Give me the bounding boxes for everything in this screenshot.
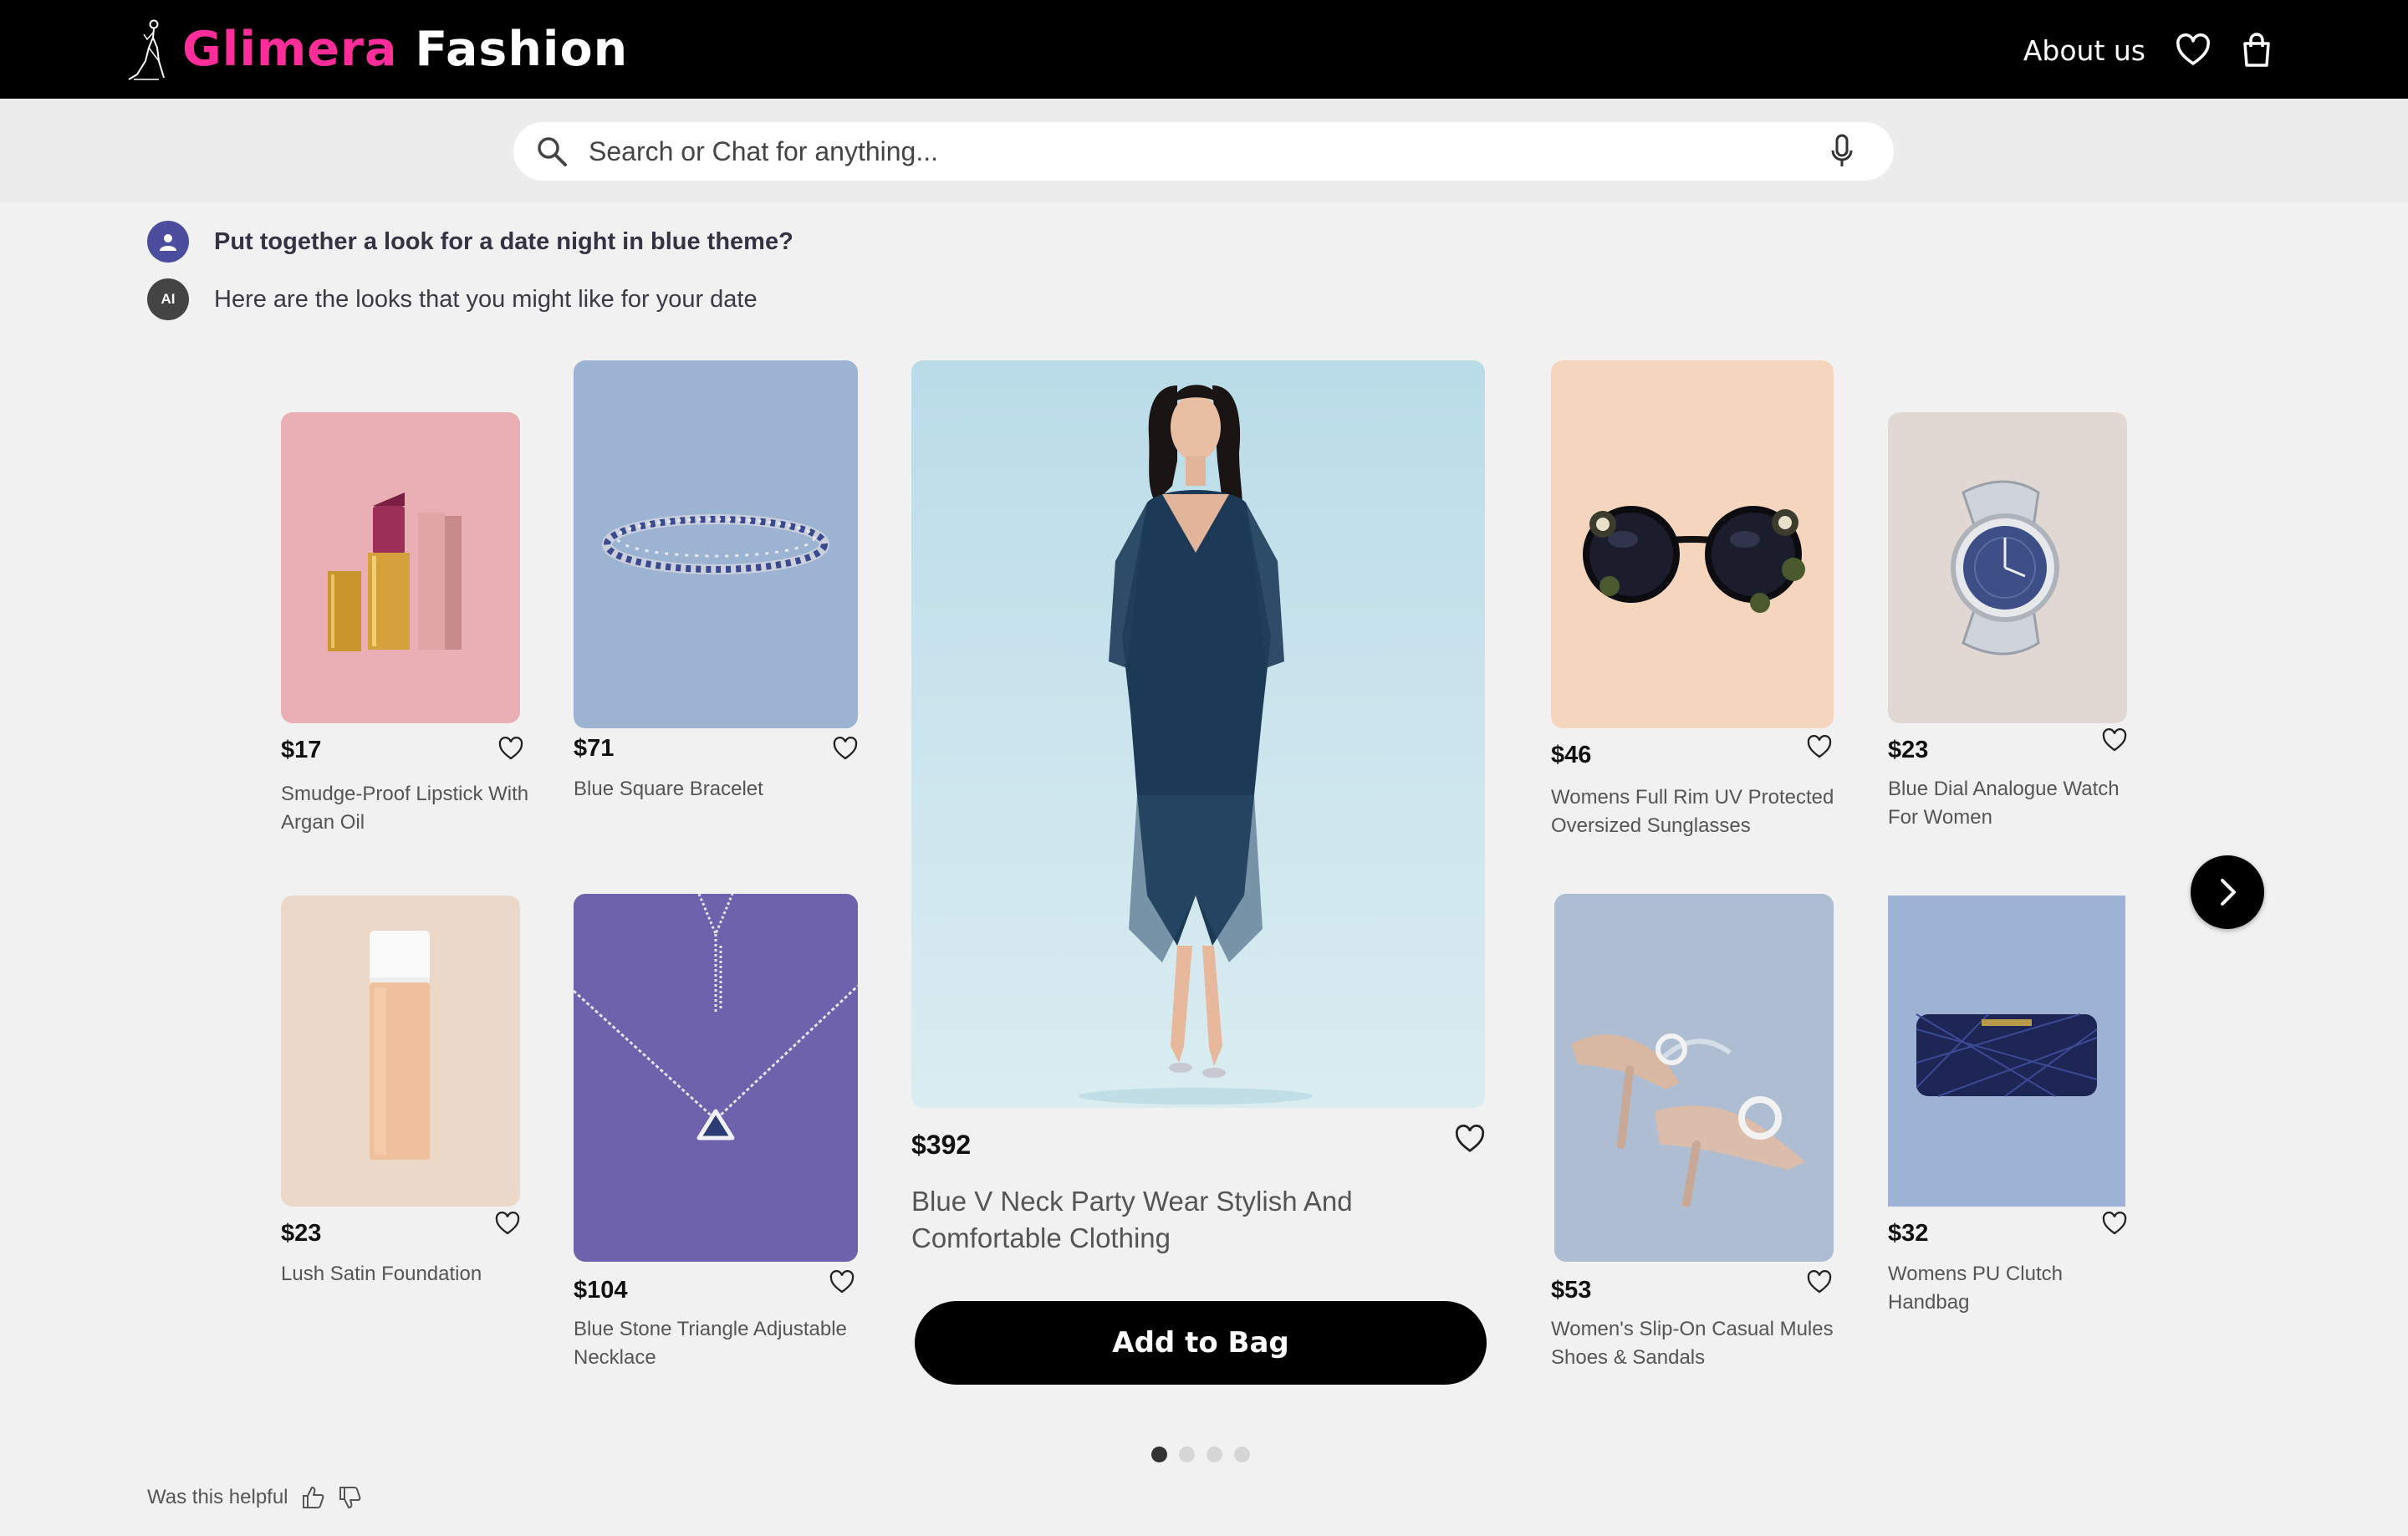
ai-answer: Here are the looks that you might like f… xyxy=(214,285,758,313)
product-card-watch[interactable]: $23 Blue Dial Analogue Watch For Women xyxy=(1888,412,2130,847)
search-icon[interactable] xyxy=(532,131,572,171)
clutch-image[interactable] xyxy=(1888,896,2125,1207)
foundation-image[interactable] xyxy=(281,896,520,1207)
product-price: $23 xyxy=(281,1220,322,1247)
product-name[interactable]: Womens Full Rim UV Protected Oversized S… xyxy=(1551,783,1835,840)
product-name[interactable]: Blue V Neck Party Wear Stylish And Comfo… xyxy=(911,1183,1413,1257)
heart-icon[interactable] xyxy=(2102,728,2127,753)
product-price: $46 xyxy=(1551,742,1592,768)
feedback-label: Was this helpful xyxy=(147,1486,288,1508)
microphone-icon[interactable] xyxy=(1824,131,1860,171)
product-price: $17 xyxy=(281,737,322,763)
brand-logo[interactable]: Glimera Fashion xyxy=(125,15,628,84)
product-name[interactable]: Blue Square Bracelet xyxy=(574,775,858,804)
product-name[interactable]: Lush Satin Foundation xyxy=(281,1260,532,1289)
pagination-dot-4[interactable] xyxy=(1234,1447,1250,1462)
brand-name: Glimera Fashion xyxy=(182,22,628,77)
shopping-bag-icon[interactable] xyxy=(2237,31,2276,69)
heart-icon[interactable] xyxy=(1455,1125,1485,1155)
heart-icon[interactable] xyxy=(829,1270,855,1295)
necklace-image[interactable] xyxy=(574,894,858,1262)
user-avatar-icon xyxy=(147,221,189,263)
header-nav: About us xyxy=(2023,23,2276,77)
feedback-row: Was this helpful xyxy=(147,1485,362,1510)
product-card-clutch[interactable]: $32 Womens PU Clutch Handbag xyxy=(1888,896,2130,1330)
search-bar xyxy=(513,122,1894,181)
product-price: $53 xyxy=(1551,1277,1592,1304)
brand-name-part2: Fashion xyxy=(415,22,629,77)
add-to-bag-button[interactable]: Add to Bag xyxy=(915,1301,1487,1385)
product-price: $392 xyxy=(911,1130,972,1160)
heart-icon[interactable] xyxy=(2174,31,2212,69)
product-name[interactable]: Blue Dial Analogue Watch For Women xyxy=(1888,775,2130,832)
carousel-pagination xyxy=(1151,1447,1250,1462)
product-name[interactable]: Blue Stone Triangle Adjustable Necklace xyxy=(574,1315,858,1372)
brand-name-part1: Glimera xyxy=(182,22,398,77)
ai-avatar: AI xyxy=(147,278,189,320)
product-card-necklace[interactable]: $104 Blue Stone Triangle Adjustable Neck… xyxy=(574,894,858,1379)
thumbs-up-icon[interactable] xyxy=(300,1485,325,1510)
carousel-next-button[interactable] xyxy=(2191,855,2264,929)
product-name[interactable]: Smudge-Proof Lipstick With Argan Oil xyxy=(281,780,532,837)
chevron-right-icon xyxy=(2221,879,2236,906)
pagination-dot-1[interactable] xyxy=(1151,1447,1167,1462)
product-card-foundation[interactable]: $23 Lush Satin Foundation xyxy=(281,896,532,1297)
top-header: Glimera Fashion About us xyxy=(0,0,2408,99)
dress-image[interactable] xyxy=(911,360,1485,1108)
heart-icon[interactable] xyxy=(833,737,858,762)
product-price: $32 xyxy=(1888,1220,1929,1247)
product-card-dress[interactable]: $392 Blue V Neck Party Wear Stylish And … xyxy=(911,360,1487,1305)
shoes-image[interactable] xyxy=(1554,894,1834,1262)
pagination-dot-2[interactable] xyxy=(1179,1447,1195,1462)
search-band xyxy=(0,99,2408,203)
heart-icon[interactable] xyxy=(1807,735,1832,760)
product-price: $23 xyxy=(1888,737,1929,763)
product-name[interactable]: Womens PU Clutch Handbag xyxy=(1888,1260,2130,1317)
watch-image[interactable] xyxy=(1888,412,2127,723)
product-name[interactable]: Women's Slip-On Casual Mules Shoes & San… xyxy=(1551,1315,1835,1372)
heart-icon[interactable] xyxy=(2102,1212,2127,1237)
user-message: Put together a look for a date night in … xyxy=(147,221,793,263)
heart-icon[interactable] xyxy=(498,737,523,762)
user-question: Put together a look for a date night in … xyxy=(214,227,793,255)
product-price: $71 xyxy=(574,735,615,762)
sunglasses-image[interactable] xyxy=(1551,360,1834,728)
bracelet-image[interactable] xyxy=(574,360,858,728)
woman-silhouette-logo-icon xyxy=(128,19,165,80)
search-input[interactable] xyxy=(589,135,1824,167)
heart-icon[interactable] xyxy=(495,1212,520,1237)
product-card-bracelet[interactable]: $71 Blue Square Bracelet xyxy=(574,360,858,812)
lipstick-image[interactable] xyxy=(281,412,520,723)
product-card-shoes[interactable]: $53 Women's Slip-On Casual Mules Shoes &… xyxy=(1551,894,1835,1379)
product-price: $104 xyxy=(574,1277,628,1304)
heart-icon[interactable] xyxy=(1807,1270,1832,1295)
product-card-lipstick[interactable]: $17 Smudge-Proof Lipstick With Argan Oil xyxy=(281,412,532,847)
pagination-dot-3[interactable] xyxy=(1207,1447,1222,1462)
product-card-sunglasses[interactable]: $46 Womens Full Rim UV Protected Oversiz… xyxy=(1551,360,1835,845)
about-us-link[interactable]: About us xyxy=(2023,34,2145,67)
ai-message: AI Here are the looks that you might lik… xyxy=(147,278,758,320)
thumbs-down-icon[interactable] xyxy=(337,1485,362,1510)
